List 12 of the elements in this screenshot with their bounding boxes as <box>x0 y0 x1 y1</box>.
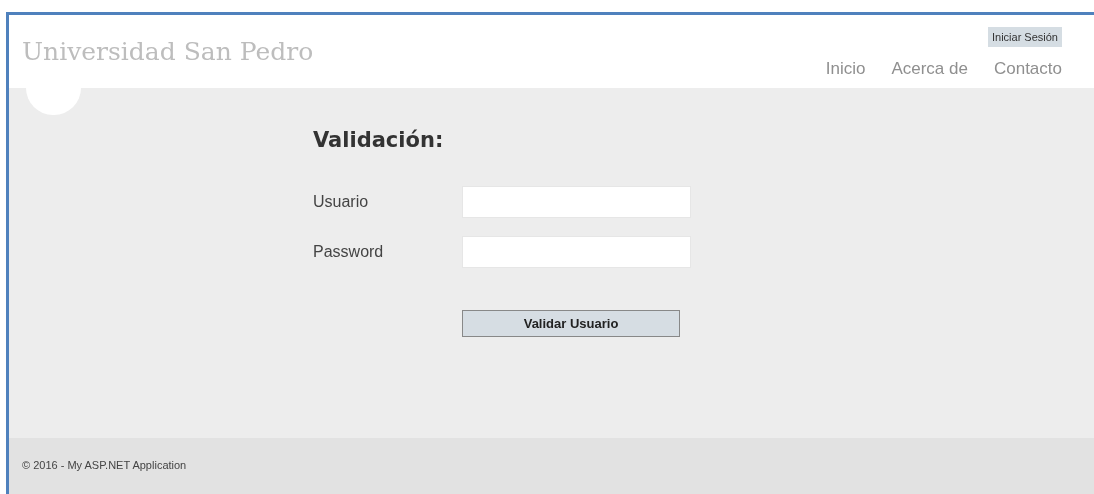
nav-link[interactable]: Inicio <box>825 59 866 79</box>
site-title: Universidad San Pedro <box>22 37 314 66</box>
input-field[interactable] <box>462 236 691 268</box>
form-heading: Validación: <box>313 128 444 152</box>
input-field[interactable] <box>462 186 691 218</box>
submit-button[interactable]: Validar Usuario <box>462 310 680 337</box>
nav-link[interactable]: Acerca de <box>891 59 968 79</box>
field-label: Password <box>313 243 385 261</box>
footer-text: © 2016 - My ASP.NET Application <box>22 459 187 471</box>
nav-link[interactable]: Contacto <box>993 59 1062 79</box>
field-label: Usuario <box>313 193 370 211</box>
login-link[interactable]: Iniciar Sesión <box>987 27 1062 47</box>
